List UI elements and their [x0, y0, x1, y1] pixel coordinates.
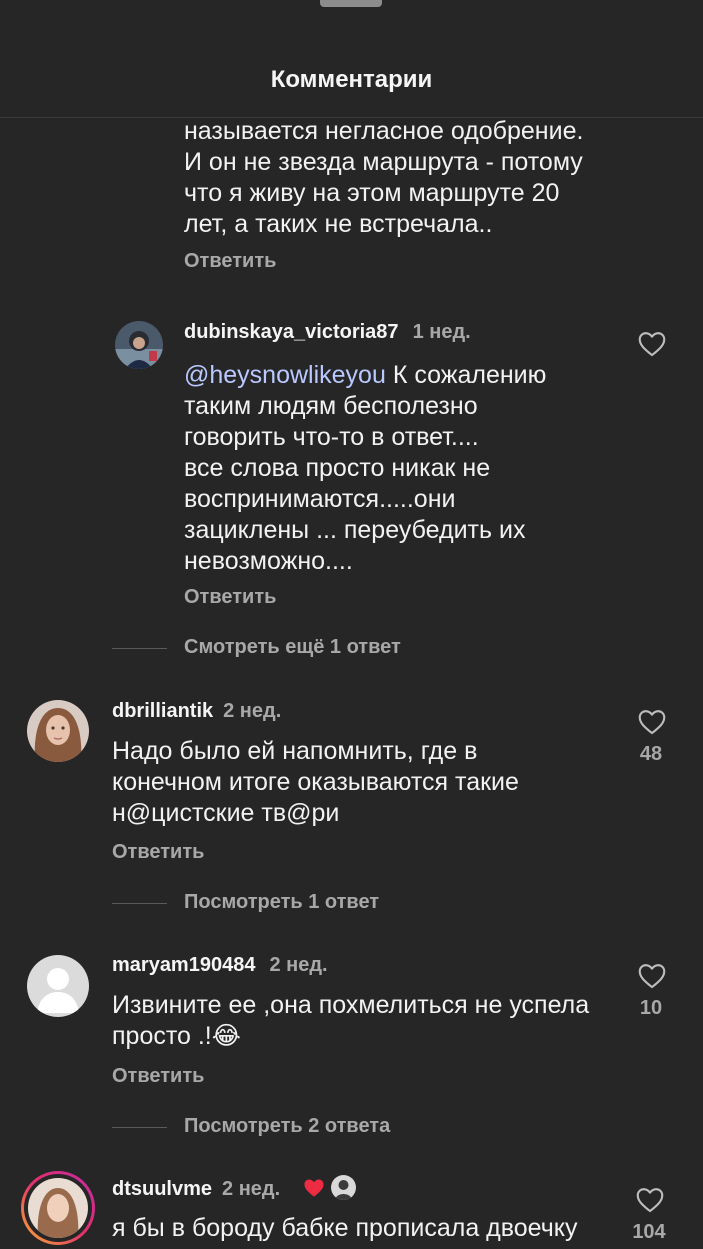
like-button[interactable] — [637, 709, 667, 735]
avatar[interactable] — [27, 700, 89, 762]
reply-button[interactable]: Ответить — [112, 1065, 204, 1088]
like-button[interactable] — [637, 963, 667, 989]
comment-line: я бы в бороду бабке прописала двоечку — [112, 1214, 578, 1242]
comments-header: Комментарии — [0, 0, 703, 118]
like-button[interactable] — [635, 1187, 665, 1213]
creator-avatar-photo — [331, 1175, 356, 1200]
comment-line: Надо было ей напомнить, где в — [112, 737, 478, 765]
reply-button[interactable]: Ответить — [184, 586, 276, 609]
partial-comment: называется негласное одобрение. И он не … — [184, 116, 654, 240]
like-count: 48 — [639, 743, 663, 765]
comment-meta: maryam190484 2 нед. — [112, 954, 328, 977]
username[interactable]: dubinskaya_victoria87 — [184, 321, 399, 343]
comment-line: @heysnowlikeyou К сожалению — [184, 360, 654, 391]
comments-sheet: Комментарии называется негласное одобрен… — [0, 0, 703, 1249]
avatar-photo — [27, 700, 89, 762]
username[interactable]: maryam190484 — [112, 954, 255, 976]
comment-meta: dbrilliantik 2 нед. — [112, 700, 281, 723]
comment-line: таким людям бесполезно — [184, 392, 478, 420]
comment-line: Извините ее ,она похмелиться не успела — [112, 991, 590, 1019]
avatar[interactable] — [27, 955, 89, 1017]
comment-line: невозможно.... — [184, 547, 353, 575]
like-button[interactable] — [637, 331, 667, 357]
comment-line: называется негласное одобрение. — [184, 117, 584, 145]
heart-outline-icon — [638, 710, 666, 735]
comment-line: конечном итоге оказываются такие — [112, 768, 519, 796]
view-replies-label: Посмотреть 1 ответ — [184, 891, 380, 913]
mention-link[interactable]: @heysnowlikeyou — [184, 361, 386, 389]
comment-line: говорить что-то в ответ.... — [184, 423, 479, 451]
comment-body: @heysnowlikeyou К сожалению таким людям … — [184, 360, 654, 577]
default-avatar-icon — [27, 955, 89, 1017]
comment-body: Надо было ей напомнить, где в конечном и… — [112, 736, 622, 829]
heart-outline-icon — [638, 964, 666, 989]
timestamp: 2 нед. — [222, 1178, 281, 1200]
timestamp: 2 нед. — [269, 954, 328, 976]
avatar[interactable] — [115, 321, 163, 369]
comment-meta: dtsuulvme 2 нед. — [112, 1178, 280, 1201]
timestamp: 1 нед. — [412, 321, 471, 343]
heart-outline-icon — [638, 332, 666, 357]
comment-body: я бы в бороду бабке прописала двоечку — [112, 1213, 612, 1244]
avatar-photo — [115, 321, 163, 369]
comment-body: Извините ее ,она похмелиться не успела п… — [112, 990, 622, 1052]
comment-meta: dubinskaya_victoria87 1 нед. — [184, 321, 471, 344]
page-title: Комментарии — [270, 66, 433, 93]
comment-line: все слова просто никак не — [184, 454, 491, 482]
heart-outline-icon — [636, 1188, 664, 1213]
reply-button[interactable]: Ответить — [112, 841, 204, 864]
username[interactable]: dbrilliantik — [112, 700, 213, 722]
comment-line: зациклены ... переубедить их — [184, 516, 526, 544]
comment-line: н@цистские тв@ри — [112, 799, 340, 827]
avatar-photo — [28, 1178, 88, 1238]
creator-avatar — [331, 1175, 356, 1200]
like-count: 10 — [639, 997, 663, 1019]
divider — [112, 903, 167, 904]
username[interactable]: dtsuulvme — [112, 1178, 212, 1200]
comment-line: И он не звезда маршрута - потому — [184, 148, 583, 176]
timestamp: 2 нед. — [223, 700, 282, 722]
comment-line: что я живу на этом маршруте 20 — [184, 179, 560, 207]
like-count: 104 — [632, 1221, 666, 1243]
reply-button[interactable]: Ответить — [184, 250, 276, 273]
comment-line: воспринимаются.....они — [184, 485, 456, 513]
view-more-replies-label: Смотреть ещё 1 ответ — [184, 636, 401, 658]
view-replies-label: Посмотреть 2 ответа — [184, 1115, 391, 1137]
red-heart-icon — [304, 1179, 324, 1197]
divider — [112, 1127, 167, 1128]
comment-line: просто .!😂 — [112, 1022, 241, 1050]
divider — [112, 648, 167, 649]
comment-line: лет, а таких не встречала.. — [184, 210, 493, 238]
comment-text: К сожалению — [385, 361, 547, 389]
avatar-story-ring[interactable] — [21, 1171, 95, 1245]
